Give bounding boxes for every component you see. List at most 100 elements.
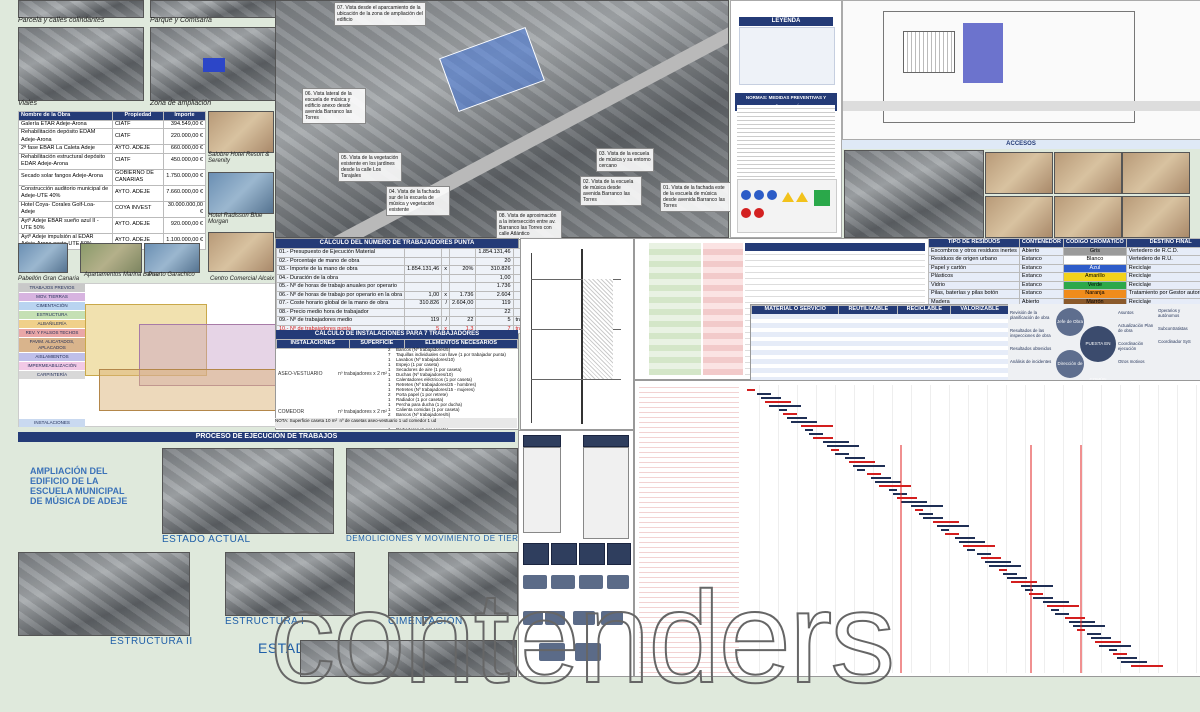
gantt-bar [761, 397, 781, 399]
site-plan [842, 0, 1200, 140]
install-note-text: NOTA: Superficie caseta 10 m² [275, 418, 337, 423]
photo-marina [80, 243, 142, 273]
works-row: Hotel Coya- Corales Golf-Loa- AdejeCOYA … [19, 201, 206, 217]
waste-cell: Blanco [1064, 256, 1127, 265]
gantt-bar [963, 545, 995, 547]
works-cell: 2ª fase EBAR La Caleta Adeje [19, 145, 113, 154]
aerial-note-02: 02. Vista de la escuela de música desde … [580, 176, 642, 206]
calc-row: 02.- Porcentaje de mano de obra20% [277, 257, 549, 266]
waste-cell: Verde [1064, 281, 1127, 290]
calc-cell [449, 283, 475, 292]
gantt-bar [915, 509, 923, 511]
works-cell: 450.000,00 € [163, 153, 205, 169]
legend-title: LEYENDA [739, 17, 833, 26]
calc-cell: 04.- Duración de la obra [277, 274, 405, 283]
gantt-bar [959, 541, 985, 543]
waste-cell: Estanco [1019, 290, 1063, 299]
caption-parque: Parque y Comisaría [150, 17, 212, 24]
works-cell: 30.000.000,00 € [163, 201, 205, 217]
caption-radisson: Hotel Radisson Blue Morgan [208, 213, 274, 225]
works-cell: 220.000,00 € [163, 129, 205, 145]
aerial-note-07: 07. Vista desde el aparcamiento de la ub… [334, 2, 426, 26]
gantt-bar [779, 409, 787, 411]
gantt-bar [893, 493, 907, 495]
calc-row: 03.- Importe de la mano de obra1.854.131… [277, 266, 549, 275]
calc-cell: 119 [476, 300, 513, 309]
gantt-bar [853, 465, 885, 467]
works-cell: 660.000,00 € [163, 145, 205, 154]
install-note-comedor-ud: 1 ud [428, 418, 437, 423]
works-cell: Construcción auditorio municipal de Adej… [19, 185, 113, 201]
gantt-bar [937, 525, 969, 527]
aerial-note-01: 01. Vista de la fachada este de la escue… [660, 182, 732, 212]
material-header-3: VALORIZABLE [951, 306, 1009, 315]
gantt-bar [945, 533, 959, 535]
watermark-word: contenders [270, 562, 893, 712]
stage-photo-1 [162, 448, 334, 534]
calc-cell: 20 [476, 257, 513, 266]
gantt-bar [835, 453, 849, 455]
accesos-title: ACCESOS [842, 140, 1200, 149]
gantt-small: TRABAJOS PREVIOSMOV. TIERRASCIMENTACIÓNE… [18, 283, 276, 427]
works-cell: 920.000,00 € [163, 217, 205, 233]
works-cell: Rehabilitación estructural depósito EDAR… [19, 153, 113, 169]
waste-cell: Tratamiento por Gestor autorizado [1126, 290, 1200, 299]
waste-row: VidrioEstancoVerdeReciclaje [929, 281, 1200, 290]
calc-cell: 2.604 [476, 291, 513, 300]
install-note-aseo-ud: 1 ud [399, 418, 408, 423]
works-cell: Galería ETAR Adeje-Arona [19, 120, 113, 129]
waste-cell: Plásticos [929, 273, 1020, 282]
process-title: PROCESO DE EJECUCIÓN DE TRABAJOS [18, 432, 515, 442]
stage-label-1: ESTADO ACTUAL [162, 534, 251, 545]
calc-cell: 310.826 [476, 266, 513, 275]
install-group-comedor-area: nº trabajadores x 2 m² [338, 409, 387, 415]
gantt-small-label: ALBAÑILERÍA [19, 320, 85, 328]
gantt-bar [805, 429, 813, 431]
works-row: 2ª fase EBAR La Caleta AdejeAYTO. ADEJE6… [19, 145, 206, 154]
calc-cell [405, 257, 442, 266]
org-box: Otros motivos [1118, 359, 1158, 364]
works-cell: 394.549,00 € [163, 120, 205, 129]
calc-row: 04.- Duración de la obra1,00años [277, 274, 549, 283]
gantt-small-label: PAVIM. ALICATADOS, APLACADOS [19, 338, 85, 352]
access-photo-2 [1054, 152, 1122, 194]
gantt-bar [765, 401, 791, 403]
gantt-bar [889, 489, 897, 491]
gantt-bar [1069, 621, 1095, 623]
works-cell: CIATF [113, 153, 164, 169]
gantt-bar [1065, 617, 1085, 619]
calc-cell: 08.- Precio medio hora de trabajador [277, 308, 405, 317]
gantt-bar [897, 497, 917, 499]
works-cell: COYA INVEST [113, 201, 164, 217]
calc-cell [442, 308, 450, 317]
gantt-bar [791, 421, 817, 423]
gantt-bar [813, 437, 833, 439]
gantt-bar [801, 425, 833, 427]
install-group-comedor: COMEDOR [278, 409, 304, 415]
calc-cell: 22 [476, 308, 513, 317]
works-row: Construcción auditorio municipal de Adej… [19, 185, 206, 201]
gantt-bar [1051, 609, 1059, 611]
org-jefe: Jefe de Obra [1056, 308, 1084, 336]
gantt-bar [923, 517, 943, 519]
waste-cell: Reciclaje [1126, 273, 1200, 282]
gantt-small-label: AISLAMIENTOS [19, 353, 85, 361]
gantt-bar [1131, 665, 1163, 667]
material-header-0: MATERIAL O SERVICIO [752, 306, 839, 315]
gantt-bar [857, 469, 865, 471]
waste-cell: Escombros y otros residuos inertes [929, 247, 1020, 256]
access-photo-5 [1054, 196, 1122, 238]
waste-cell: Vidrio [929, 281, 1020, 290]
works-row: Secado solar fangos Adeje-AronaGOBIERNO … [19, 169, 206, 185]
calc-cell [442, 257, 450, 266]
calc-cell: 09.- Nº de trabajadores medio [277, 317, 405, 326]
calc-cell: 1,00 [405, 291, 442, 300]
calc-row: 09.- Nº de trabajadores medio119/225trab… [277, 317, 549, 326]
access-photo-6 [1122, 196, 1190, 238]
works-row: Rehabilitación estructural depósito EDAR… [19, 153, 206, 169]
photo-parcela [18, 0, 144, 18]
works-cell: Aytº Adeje EBAR sueño azul II - UTE 50% [19, 217, 113, 233]
photo-alcaix [208, 232, 274, 272]
calc-row: 05.- Nº de horas de trabajo anuales por … [277, 283, 549, 292]
calc-cell: 1.736 [449, 291, 475, 300]
